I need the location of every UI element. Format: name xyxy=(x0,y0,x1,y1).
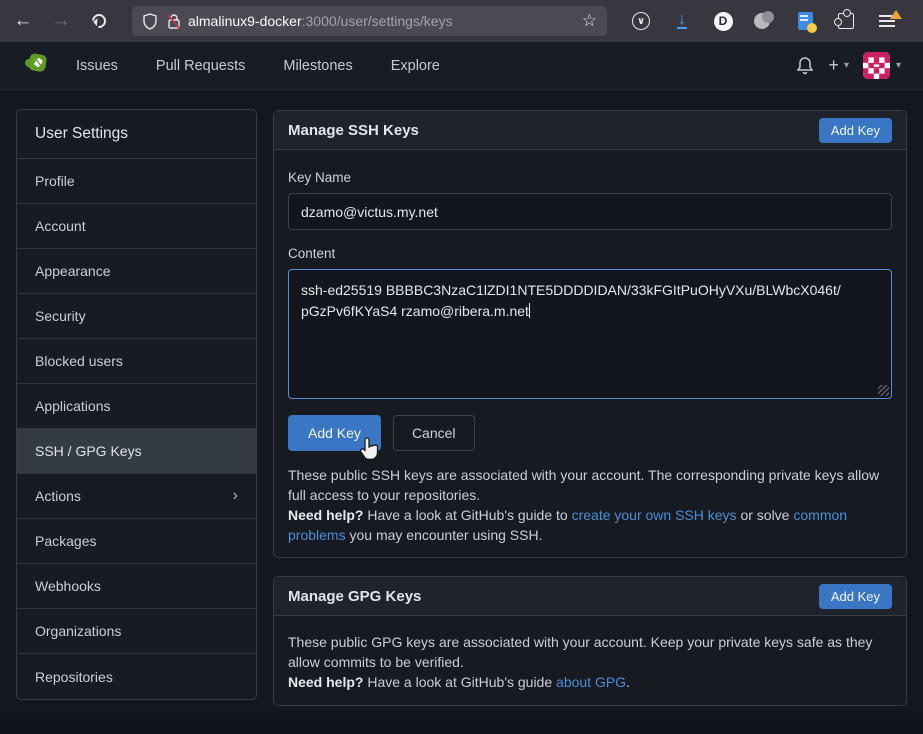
sidebar-item-actions[interactable]: Actions› xyxy=(17,474,256,519)
sidebar-item-repositories[interactable]: Repositories xyxy=(17,654,256,699)
ssh-add-key-header-button[interactable]: Add Key xyxy=(819,118,892,143)
browser-toolbar: ← → almalinux9-docker:3000/user/settings… xyxy=(0,0,923,42)
gpg-info-text: These public GPG keys are associated wit… xyxy=(288,632,892,692)
reload-icon xyxy=(89,11,109,31)
extension-d-icon[interactable]: D xyxy=(713,11,733,31)
page-footer xyxy=(0,714,923,734)
nav-item-pull-requests[interactable]: Pull Requests xyxy=(144,50,257,82)
chevron-down-icon: ▾ xyxy=(844,60,849,71)
sidebar-title: User Settings xyxy=(17,110,256,159)
sidebar-item-blocked-users[interactable]: Blocked users xyxy=(17,339,256,384)
insecure-lock-icon[interactable] xyxy=(166,13,182,30)
cancel-button[interactable]: Cancel xyxy=(393,415,475,451)
key-name-input[interactable] xyxy=(288,193,892,230)
gitea-logo[interactable] xyxy=(24,50,50,81)
sidebar-item-organizations[interactable]: Organizations xyxy=(17,609,256,654)
sidebar-item-packages[interactable]: Packages xyxy=(17,519,256,564)
resize-grip[interactable] xyxy=(878,385,889,396)
user-menu[interactable]: ▾ xyxy=(863,52,901,79)
chevron-down-icon: ▾ xyxy=(896,60,901,71)
create-new-menu[interactable]: +▾ xyxy=(828,55,849,76)
ssh-info-text: These public SSH keys are associated wit… xyxy=(288,465,892,545)
sidebar-item-profile[interactable]: Profile xyxy=(17,159,256,204)
notifications-bell-icon[interactable] xyxy=(796,56,814,76)
url-bar[interactable]: almalinux9-docker:3000/user/settings/key… xyxy=(132,6,607,36)
app-navbar: Issues Pull Requests Milestones Explore … xyxy=(0,42,923,90)
mouse-pointer-hand-cursor xyxy=(358,436,382,462)
sidebar-item-webhooks[interactable]: Webhooks xyxy=(17,564,256,609)
settings-sidebar: User Settings Profile Account Appearance… xyxy=(16,109,257,700)
menu-hamburger-icon[interactable] xyxy=(877,11,897,31)
bookmark-star-icon[interactable]: ☆ xyxy=(582,11,597,31)
sidebar-item-account[interactable]: Account xyxy=(17,204,256,249)
content-label: Content xyxy=(288,246,892,261)
content-textarea[interactable]: ssh-ed25519 BBBBC3NzaC1lZDI1NTE5DDDDIDAN… xyxy=(288,269,892,399)
text-caret xyxy=(529,303,530,318)
chevron-right-icon: › xyxy=(233,487,238,505)
nav-item-explore[interactable]: Explore xyxy=(379,50,452,82)
avatar xyxy=(863,52,890,79)
reload-button[interactable] xyxy=(84,6,114,36)
sidebar-item-security[interactable]: Security xyxy=(17,294,256,339)
manage-gpg-keys-panel: Manage GPG Keys Add Key These public GPG… xyxy=(273,576,907,706)
sidebar-item-ssh-gpg-keys[interactable]: SSH / GPG Keys xyxy=(17,429,256,474)
url-text: almalinux9-docker:3000/user/settings/key… xyxy=(188,13,582,29)
ssh-panel-title: Manage SSH Keys xyxy=(288,122,419,139)
extension-blob-icon[interactable] xyxy=(754,11,774,31)
manage-ssh-keys-panel: Manage SSH Keys Add Key Key Name Content… xyxy=(273,110,907,558)
gpg-add-key-header-button[interactable]: Add Key xyxy=(819,584,892,609)
nav-item-issues[interactable]: Issues xyxy=(64,50,130,82)
key-name-label: Key Name xyxy=(288,170,892,185)
sidebar-item-applications[interactable]: Applications xyxy=(17,384,256,429)
about-gpg-link[interactable]: about GPG xyxy=(556,674,626,690)
plus-icon: + xyxy=(828,55,839,76)
pocket-icon[interactable]: ∨ xyxy=(631,11,651,31)
forward-button[interactable]: → xyxy=(46,6,76,36)
extensions-puzzle-icon[interactable] xyxy=(836,11,856,31)
extension-doc-icon[interactable] xyxy=(795,11,815,31)
sidebar-item-appearance[interactable]: Appearance xyxy=(17,249,256,294)
tracking-shield-icon xyxy=(142,13,158,30)
create-ssh-keys-link[interactable]: create your own SSH keys xyxy=(572,507,737,523)
back-button[interactable]: ← xyxy=(8,6,38,36)
downloads-icon[interactable]: ↓ xyxy=(672,11,692,31)
gpg-panel-title: Manage GPG Keys xyxy=(288,588,421,605)
nav-item-milestones[interactable]: Milestones xyxy=(271,50,364,82)
